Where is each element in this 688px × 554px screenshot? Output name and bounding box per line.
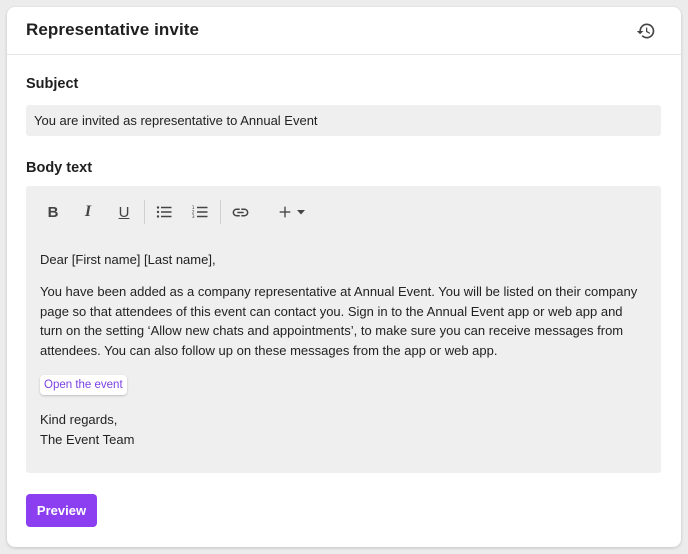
link-icon	[232, 208, 248, 216]
bulleted-list-button[interactable]	[153, 201, 175, 223]
subject-label: Subject	[26, 76, 79, 92]
italic-button[interactable]: I	[77, 201, 99, 223]
toolbar-divider	[220, 200, 221, 224]
caret-down-icon	[297, 210, 305, 215]
insert-button[interactable]	[274, 201, 296, 223]
numbered-list-button[interactable]: 1 2 3	[189, 201, 211, 223]
toolbar-divider	[144, 200, 145, 224]
italic-icon: I	[84, 203, 92, 220]
bulleted-list-icon	[156, 206, 172, 218]
subject-input[interactable]	[26, 105, 661, 136]
link-button[interactable]	[229, 201, 251, 223]
editor-toolbar: B I U 1 2 3	[26, 186, 661, 238]
greeting-text: Dear [First name] [Last name],	[40, 252, 216, 267]
svg-text:3: 3	[192, 214, 195, 220]
preview-button[interactable]: Preview	[26, 494, 97, 527]
underline-button[interactable]: U	[113, 201, 135, 223]
body-text-label: Body text	[26, 160, 93, 176]
body-paragraph: You have been added as a company represe…	[40, 284, 638, 358]
page-title: Representative invite	[26, 20, 200, 39]
card-header: Representative invite	[7, 7, 681, 55]
body-text-editor[interactable]: B I U 1 2 3 Dear [First name] [Last name…	[26, 186, 661, 473]
history-icon	[636, 23, 655, 39]
open-event-button[interactable]: Open the event	[40, 375, 127, 395]
bold-button[interactable]: B	[42, 201, 64, 223]
bold-icon: B	[47, 203, 59, 221]
representative-invite-card: Representative invite Subject Body text …	[7, 7, 681, 547]
history-button[interactable]	[635, 20, 657, 42]
plus-icon	[279, 206, 291, 218]
underline-icon: U	[118, 203, 130, 221]
numbered-list-icon: 1 2 3	[192, 205, 208, 220]
signature-text: The Event Team	[40, 432, 135, 447]
signoff-text: Kind regards,	[40, 412, 118, 427]
insert-dropdown-button[interactable]	[294, 201, 308, 223]
